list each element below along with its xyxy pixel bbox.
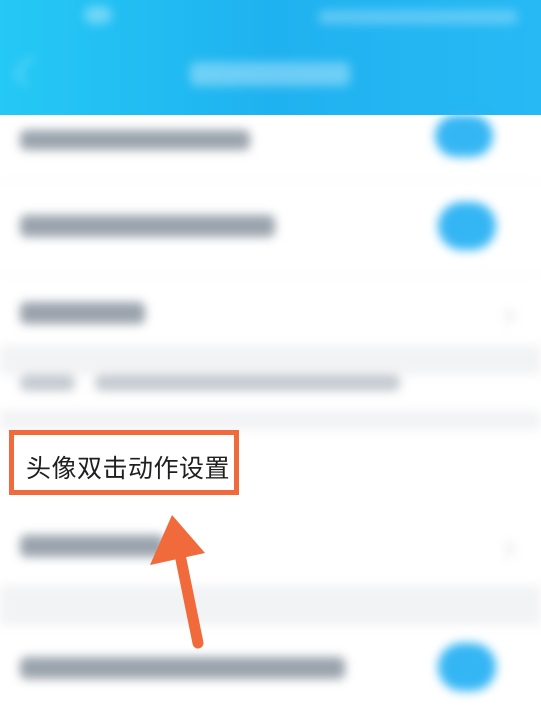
- arrow-up-icon: [150, 515, 205, 649]
- status-bar-icon: [84, 6, 112, 24]
- setting-label: [20, 535, 165, 557]
- settings-row[interactable]: [0, 280, 541, 350]
- chevron-right-icon: [497, 307, 515, 325]
- section-gap: [0, 585, 541, 625]
- divider: [0, 180, 541, 181]
- settings-row[interactable]: [0, 190, 541, 270]
- app-header: [0, 0, 541, 115]
- settings-row[interactable]: [0, 515, 541, 585]
- setting-label: [20, 215, 275, 237]
- blurred-settings: [0, 115, 541, 710]
- setting-label: [20, 657, 345, 679]
- chevron-right-icon: [497, 540, 515, 558]
- toggle-switch[interactable]: [438, 643, 496, 691]
- settings-list: [0, 115, 541, 710]
- settings-row[interactable]: [0, 115, 541, 175]
- toggle-switch[interactable]: [438, 202, 496, 250]
- toggle-switch[interactable]: [435, 115, 493, 157]
- description-text: [95, 375, 400, 391]
- settings-row[interactable]: [0, 625, 541, 710]
- highlight-outline: 头像双击动作设置: [9, 430, 239, 495]
- page-title: [190, 62, 350, 86]
- divider: [0, 275, 541, 276]
- back-icon[interactable]: [13, 55, 44, 86]
- section-gap: [0, 410, 541, 430]
- settings-description: [0, 365, 541, 405]
- status-bar-indicators: [318, 10, 518, 24]
- setting-label: [20, 130, 250, 150]
- description-text: [20, 375, 75, 391]
- avatar-double-tap-setting[interactable]: 头像双击动作设置: [26, 449, 230, 485]
- setting-label: [20, 302, 145, 324]
